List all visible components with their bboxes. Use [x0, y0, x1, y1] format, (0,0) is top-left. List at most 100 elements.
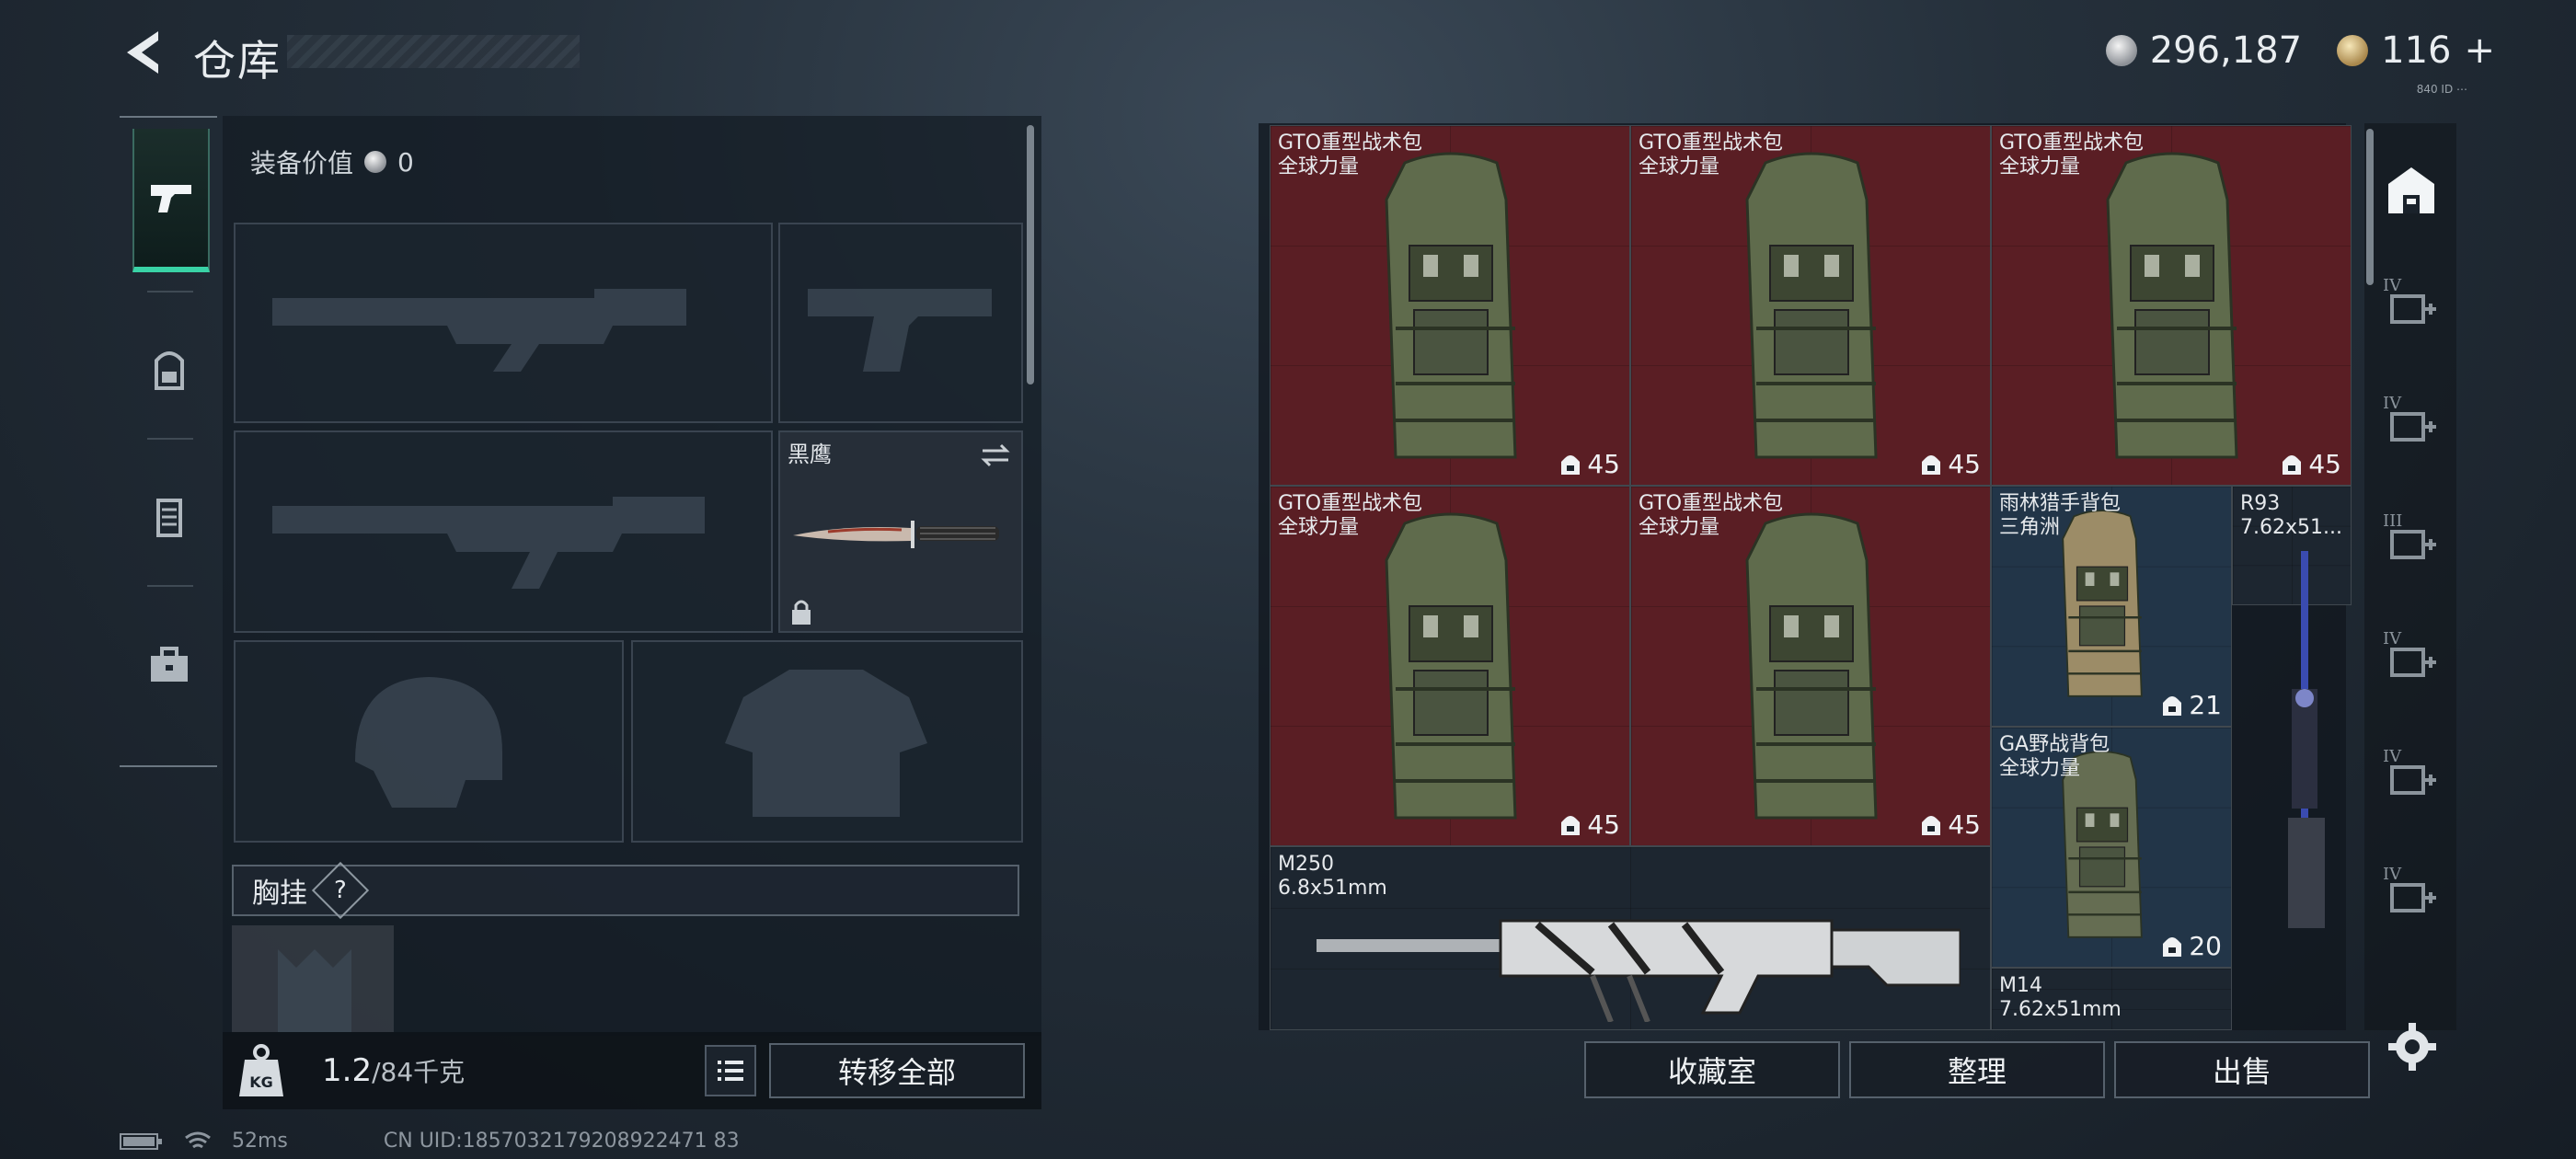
melee-slot[interactable]: 黑鹰 — [778, 430, 1023, 633]
loadout-scrollbar[interactable] — [1027, 125, 1034, 384]
weight-max: /84千克 — [372, 1057, 466, 1087]
helmet-slot[interactable] — [234, 640, 624, 843]
knife-name: 黑鹰 — [788, 442, 832, 467]
currency-bar: 296,187 116 + — [2105, 29, 2495, 72]
equip-value-label: 装备价值 — [250, 148, 354, 178]
collection-room-button[interactable]: 收藏室 — [1584, 1041, 1840, 1098]
title-decoration — [287, 35, 580, 68]
silver-coin-icon — [2105, 35, 2137, 66]
inventory-item[interactable]: GTO重型战术包 全球力量 45 — [1270, 486, 1630, 846]
item-name: GTO重型战术包 全球力量 — [1278, 132, 1423, 178]
sniper-rifle-icon — [2288, 551, 2325, 928]
swap-icon[interactable] — [979, 442, 1012, 469]
add-gold-button[interactable]: + — [2464, 29, 2495, 72]
backpack-item-icon — [1385, 152, 1517, 459]
grid-scrollbar[interactable] — [2366, 129, 2374, 285]
wifi-icon — [185, 1131, 211, 1148]
status-bar: 52ms CN UID:1857032179208922471 83 — [120, 1130, 740, 1153]
inventory-grid: GTO重型战术包 全球力量 45 GTO重型战术包 全球力量 45 GTO重型战术包… — [1270, 125, 2352, 1030]
item-capacity: 21 — [2161, 690, 2222, 720]
item-name: 雨林猎手背包 三角洲 — [1999, 492, 2122, 539]
settings-gear-icon[interactable] — [2386, 1021, 2438, 1073]
capacity-icon — [2283, 454, 2302, 475]
item-capacity: 45 — [1559, 809, 1620, 840]
knife-item-icon — [793, 521, 999, 548]
weight-current: 1.2 — [322, 1052, 373, 1089]
gold-coin-icon — [2337, 35, 2369, 66]
sell-button[interactable]: 出售 — [2114, 1041, 2370, 1098]
toolbox-icon — [151, 647, 188, 682]
nav-backpack[interactable] — [132, 302, 206, 440]
inventory-item[interactable]: GTO重型战术包 全球力量 45 — [1630, 125, 1991, 486]
item-capacity: 45 — [1559, 449, 1620, 479]
nav-weapons[interactable] — [132, 129, 210, 272]
inventory-item[interactable]: 雨林猎手背包 三角洲 21 — [1991, 486, 2232, 727]
vest-icon — [156, 499, 182, 537]
item-capacity: 45 — [1920, 449, 1981, 479]
item-name: GTO重型战术包 全球力量 — [1639, 492, 1784, 539]
user-uid: CN UID:1857032179208922471 83 — [383, 1130, 740, 1153]
secondary-weapon-slot[interactable] — [778, 223, 1023, 423]
item-capacity: 20 — [2161, 931, 2222, 961]
helmet-silhouette-icon — [355, 677, 502, 808]
capacity-icon — [1561, 815, 1581, 835]
chest-rig-header[interactable]: 胸挂 ? — [232, 861, 1019, 920]
nav-toolbox[interactable] — [132, 596, 206, 734]
ping-value: 52ms — [232, 1130, 288, 1153]
backpack-item-icon — [1385, 512, 1517, 820]
armor-slot[interactable] — [631, 640, 1023, 843]
nav-vest[interactable] — [132, 449, 206, 587]
capacity-icon — [2163, 936, 2182, 957]
help-icon[interactable]: ? — [311, 861, 370, 920]
pistol-icon — [151, 185, 191, 212]
item-name: M250 6.8x51mm — [1278, 853, 1387, 900]
backpack-item-icon — [1745, 152, 1878, 459]
mini-text: 840 ID ⋯ — [2416, 83, 2467, 96]
capacity-icon — [2163, 695, 2182, 716]
warehouse-icon[interactable] — [2383, 162, 2440, 219]
item-name: GTO重型战术包 全球力量 — [1999, 132, 2145, 178]
silver-amount: 296,187 — [2149, 29, 2303, 72]
inventory-item[interactable]: GTO重型战术包 全球力量 45 — [1270, 125, 1630, 486]
page-title: 仓库 — [193, 36, 282, 86]
inventory-item[interactable]: M250 6.8x51mm — [1270, 846, 1991, 1030]
backpack-item-icon — [1745, 512, 1878, 820]
equip-value: 装备价值 0 — [250, 143, 414, 180]
folder-icon[interactable]: IV — [2383, 629, 2440, 686]
inventory-item[interactable]: GTO重型战术包 全球力量 45 — [1991, 125, 2352, 486]
list-icon — [718, 1061, 743, 1081]
second-primary-slot[interactable] — [234, 430, 773, 633]
capacity-icon — [1561, 454, 1581, 475]
item-name: GTO重型战术包 全球力量 — [1278, 492, 1423, 539]
capacity-icon — [1922, 815, 1941, 835]
equip-value-amount: 0 — [397, 146, 414, 178]
item-capacity: 45 — [2281, 449, 2341, 479]
transfer-all-button[interactable]: 转移全部 — [769, 1043, 1025, 1098]
item-capacity: 45 — [1920, 809, 1981, 840]
lock-icon — [792, 600, 811, 625]
medkit-add-icon[interactable]: IV — [2383, 276, 2440, 333]
inventory-item[interactable]: R93 7.62x51... — [2232, 486, 2352, 928]
item-name: R93 7.62x51... — [2240, 492, 2342, 539]
inventory-item[interactable]: GTO重型战术包 全球力量 45 — [1630, 486, 1991, 846]
folder-icon[interactable]: IV — [2383, 747, 2440, 804]
backpack-icon — [155, 351, 184, 390]
svg-text:KG: KG — [249, 1073, 273, 1091]
list-view-button[interactable] — [705, 1045, 756, 1096]
rig-silhouette-icon — [278, 949, 351, 1032]
crate-icon[interactable]: IV — [2383, 865, 2440, 922]
inventory-item[interactable]: GA野战背包 全球力量 20 — [1991, 727, 2232, 968]
machine-gun-icon — [1317, 919, 1961, 1022]
armor-box-icon[interactable]: III — [2383, 511, 2440, 568]
inventory-item[interactable]: M14 7.62x51mm — [1991, 968, 2232, 1030]
sort-button[interactable]: 整理 — [1849, 1041, 2105, 1098]
weight-readout: 1.2/84千克 — [322, 1052, 465, 1089]
armor-silhouette-icon — [725, 670, 927, 817]
rifle-silhouette-icon — [272, 497, 705, 589]
chest-rig-slot[interactable] — [232, 925, 394, 1032]
primary-weapon-slot[interactable] — [234, 223, 773, 423]
left-nav — [120, 116, 217, 767]
medkit-add-icon[interactable]: IV — [2383, 394, 2440, 451]
back-arrow-icon[interactable] — [120, 28, 166, 77]
battery-icon — [120, 1132, 162, 1150]
